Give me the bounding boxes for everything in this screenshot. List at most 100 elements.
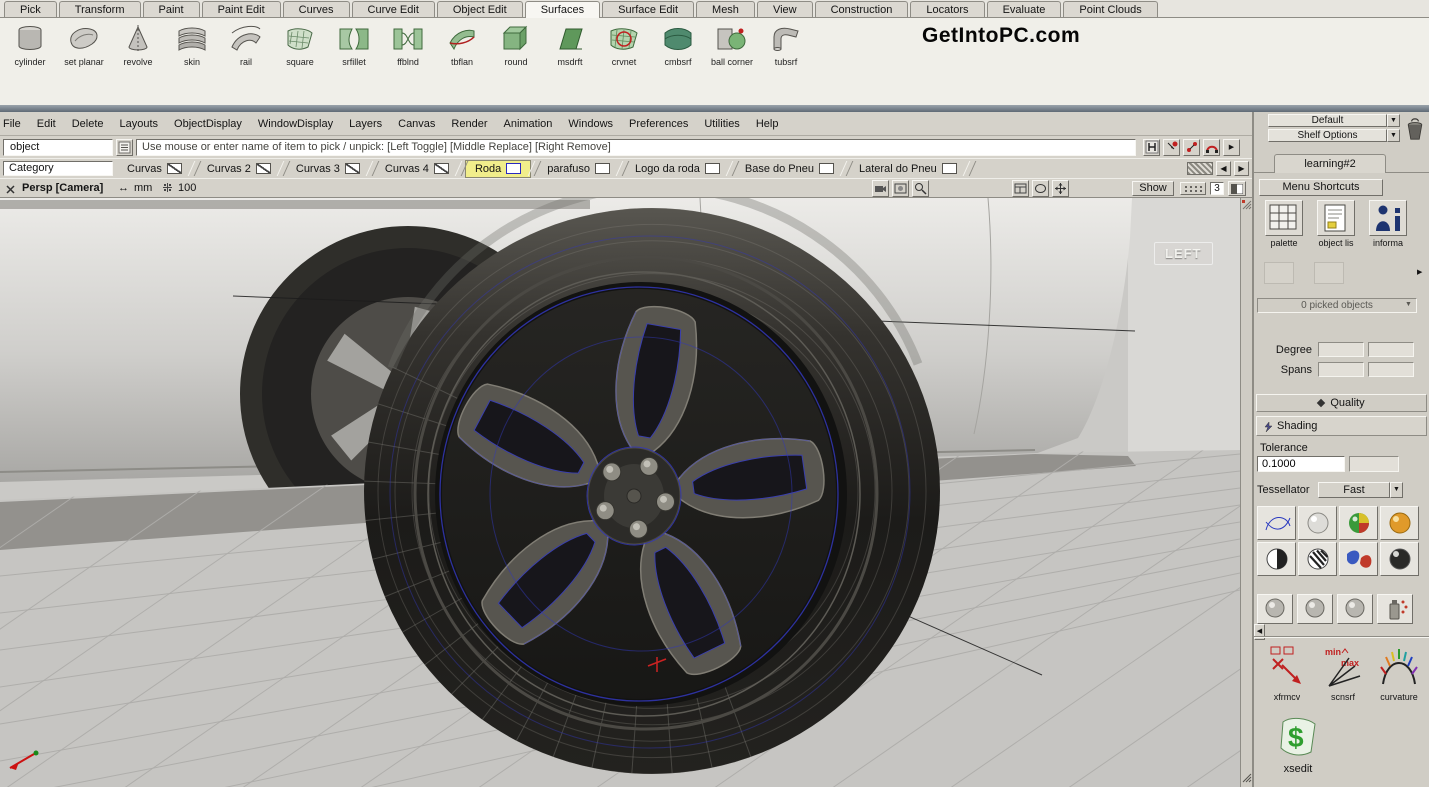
tool-round[interactable]: round bbox=[492, 22, 540, 67]
compare-shader-icon[interactable] bbox=[1339, 542, 1378, 576]
grid-size-value[interactable]: 100 bbox=[178, 182, 196, 194]
picked-objects-dropdown[interactable]: 0 picked objects▼ bbox=[1257, 298, 1417, 313]
shelf-tab-surfaces[interactable]: Surfaces bbox=[525, 1, 600, 18]
sphere-icon[interactable] bbox=[1337, 594, 1373, 624]
dark-shader-icon[interactable] bbox=[1380, 542, 1419, 576]
menu-layouts[interactable]: Layouts bbox=[112, 115, 167, 133]
menu-delete[interactable]: Delete bbox=[64, 115, 112, 133]
view-count-value[interactable]: 3 bbox=[1210, 182, 1224, 195]
prompt-scope-select[interactable]: object bbox=[3, 139, 113, 156]
layer-state-box[interactable] bbox=[434, 163, 449, 174]
menu-help[interactable]: Help bbox=[748, 115, 787, 133]
menu-render[interactable]: Render bbox=[443, 115, 495, 133]
prompt-list-icon[interactable] bbox=[116, 139, 133, 156]
prompt-message-field[interactable]: Use mouse or enter name of item to pick … bbox=[136, 139, 1136, 156]
layer-base-do-pneu[interactable]: Base do Pneu bbox=[736, 160, 843, 178]
spray-icon[interactable] bbox=[1377, 594, 1413, 624]
layer-parafuso[interactable]: parafuso bbox=[538, 160, 619, 178]
menu-file[interactable]: File bbox=[0, 115, 29, 133]
pick-point-icon[interactable] bbox=[1183, 139, 1200, 156]
orange-shader-icon[interactable] bbox=[1380, 506, 1419, 540]
tool-set-planar[interactable]: set planar bbox=[60, 22, 108, 67]
tessellator-dropdown[interactable]: Fast bbox=[1318, 482, 1390, 498]
shelf-tab-curves[interactable]: Curves bbox=[283, 1, 350, 17]
show-button[interactable]: Show bbox=[1132, 181, 1174, 196]
layout-icon[interactable] bbox=[1012, 180, 1029, 197]
layer-curvas-4[interactable]: Curvas 4 bbox=[376, 160, 458, 178]
trash-bucket-icon[interactable] bbox=[1404, 114, 1426, 144]
split-view-icon[interactable] bbox=[1228, 181, 1246, 196]
shelf-set-arrow-icon[interactable]: ▼ bbox=[1387, 114, 1400, 127]
tool-tubsrf[interactable]: tubsrf bbox=[762, 22, 810, 67]
menu-preferences[interactable]: Preferences bbox=[621, 115, 696, 133]
menu-layers[interactable]: Layers bbox=[341, 115, 390, 133]
layer-state-box[interactable] bbox=[595, 163, 610, 174]
tool-curvature[interactable]: curvature bbox=[1374, 642, 1424, 702]
shelf-tab-point-clouds[interactable]: Point Clouds bbox=[1063, 1, 1157, 17]
layer-curvas-2[interactable]: Curvas 2 bbox=[198, 160, 280, 178]
menu-shortcuts-button[interactable]: Menu Shortcuts bbox=[1259, 179, 1383, 196]
layer-curvas[interactable]: Curvas bbox=[118, 160, 191, 178]
layer-roda[interactable]: Roda bbox=[465, 160, 531, 178]
menu-utilities[interactable]: Utilities bbox=[696, 115, 747, 133]
shelf-tab-curve-edit[interactable]: Curve Edit bbox=[352, 1, 435, 17]
layer-next-icon[interactable]: ▶ bbox=[1234, 161, 1249, 176]
tool-cmbsrf[interactable]: cmbsrf bbox=[654, 22, 702, 67]
layer-logo-da-roda[interactable]: Logo da roda bbox=[626, 160, 729, 178]
tool-cylinder[interactable]: cylinder bbox=[6, 22, 54, 67]
shelf-set-dropdown[interactable]: Default bbox=[1268, 114, 1387, 127]
close-pane-icon[interactable] bbox=[2, 181, 19, 198]
spans-field-2[interactable] bbox=[1368, 362, 1414, 377]
tool-skin[interactable]: skin bbox=[168, 22, 216, 67]
tolerance-input[interactable] bbox=[1257, 456, 1345, 472]
pick-object-icon[interactable] bbox=[1163, 139, 1180, 156]
picked-objects-arrow-icon[interactable]: ▼ bbox=[1402, 300, 1415, 311]
camera-label[interactable]: Persp [Camera] bbox=[22, 182, 103, 194]
bw-shader-icon[interactable] bbox=[1257, 542, 1296, 576]
history-icon[interactable] bbox=[1143, 139, 1160, 156]
viewport-edge-strip[interactable] bbox=[1240, 198, 1252, 787]
tool-revolve[interactable]: revolve bbox=[114, 22, 162, 67]
shelf-tab-learning[interactable]: learning#2 bbox=[1274, 154, 1386, 173]
shading-section-header[interactable]: Shading bbox=[1256, 416, 1427, 436]
shelf-tab-object-edit[interactable]: Object Edit bbox=[437, 1, 523, 17]
layer-lateral-do-pneu[interactable]: Lateral do Pneu bbox=[850, 160, 966, 178]
menu-windows[interactable]: Windows bbox=[560, 115, 621, 133]
tool-ball-corner[interactable]: ball corner bbox=[708, 22, 756, 67]
wire-shader-icon[interactable] bbox=[1257, 506, 1296, 540]
layer-state-box[interactable] bbox=[167, 163, 182, 174]
tool-scnsrf[interactable]: minmaxscnsrf bbox=[1318, 642, 1368, 702]
tool-srfillet[interactable]: srfillet bbox=[330, 22, 378, 67]
corner-grip-icon[interactable] bbox=[1242, 773, 1252, 786]
render-view-icon[interactable] bbox=[892, 180, 909, 197]
shelf-tab-view[interactable]: View bbox=[757, 1, 813, 17]
layer-state-box[interactable] bbox=[345, 163, 360, 174]
more-options-icon[interactable] bbox=[1180, 182, 1206, 195]
shelf-tab-paint-edit[interactable]: Paint Edit bbox=[202, 1, 281, 17]
layer-state-box[interactable] bbox=[819, 163, 834, 174]
shelf-tab-surface-edit[interactable]: Surface Edit bbox=[602, 1, 694, 17]
shelf-tab-construction[interactable]: Construction bbox=[815, 1, 909, 17]
shortcut-object-lis[interactable]: object lis bbox=[1312, 200, 1360, 248]
tool-tbflan[interactable]: tbflan bbox=[438, 22, 486, 67]
shelf-tab-paint[interactable]: Paint bbox=[143, 1, 200, 17]
left-view-gizmo[interactable]: LEFT bbox=[1154, 242, 1213, 265]
menu-canvas[interactable]: Canvas bbox=[390, 115, 443, 133]
multicolor-shader-icon[interactable] bbox=[1339, 506, 1378, 540]
tessellator-arrow-icon[interactable]: ▼ bbox=[1390, 482, 1403, 498]
shelf-tab-locators[interactable]: Locators bbox=[910, 1, 984, 17]
tool-ffblnd[interactable]: ffblnd bbox=[384, 22, 432, 67]
degree-field-1[interactable] bbox=[1318, 342, 1364, 357]
layer-category-select[interactable]: Category bbox=[3, 161, 113, 176]
layer-curvas-3[interactable]: Curvas 3 bbox=[287, 160, 369, 178]
layer-state-box[interactable] bbox=[256, 163, 271, 174]
menu-objectdisplay[interactable]: ObjectDisplay bbox=[166, 115, 250, 133]
viewport-canvas[interactable]: LEFT bbox=[0, 198, 1240, 787]
pick-template-icon[interactable] bbox=[1203, 139, 1220, 156]
menu-edit[interactable]: Edit bbox=[29, 115, 64, 133]
row-expand-icon[interactable]: ▶ bbox=[1417, 268, 1422, 276]
shelf-tab-mesh[interactable]: Mesh bbox=[696, 1, 755, 17]
menu-animation[interactable]: Animation bbox=[496, 115, 561, 133]
spans-field-1[interactable] bbox=[1318, 362, 1364, 377]
shelf-tab-pick[interactable]: Pick bbox=[4, 1, 57, 17]
